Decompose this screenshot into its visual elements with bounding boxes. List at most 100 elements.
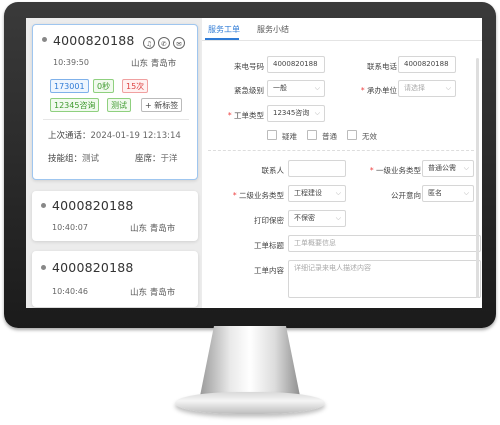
title-input[interactable]: 工单概要信息 bbox=[288, 235, 481, 252]
section-divider bbox=[208, 150, 474, 151]
urgency-label: 紧急级别 bbox=[234, 86, 264, 95]
skill-group-info: 技能组：测试 bbox=[48, 152, 99, 164]
required-star: * bbox=[360, 86, 365, 95]
checkbox-label: 普通 bbox=[322, 132, 337, 141]
contact-phone-label: 联系电话 bbox=[367, 62, 397, 71]
seat-info: 座席：于洋 bbox=[135, 152, 178, 164]
active-tab-indicator bbox=[205, 38, 239, 40]
last-call-info: 上次通话：2024-01-19 12:13:14 bbox=[48, 129, 181, 141]
biz-type1-label-wrap: * 一级业务类型 bbox=[370, 165, 421, 176]
call-location: 山东 青岛市 bbox=[130, 288, 176, 298]
call-phone-number: 4000820188 bbox=[52, 198, 134, 213]
checkbox-box bbox=[307, 130, 317, 140]
screen: 4000820188 ♫ ✆ ✉ 10:39:50 山东 青岛市 173001 … bbox=[26, 18, 482, 308]
public-intent-value: 匿名 bbox=[428, 189, 442, 197]
handling-unit-label-wrap: * 承办单位 bbox=[361, 85, 397, 96]
confidential-value: 不保密 bbox=[294, 214, 315, 222]
monitor-bezel: 4000820188 ♫ ✆ ✉ 10:39:50 山东 青岛市 173001 … bbox=[4, 2, 496, 328]
call-action-icons: ♫ ✆ ✉ bbox=[143, 37, 185, 49]
biz-type2-label-wrap: * 二级业务类型 bbox=[233, 190, 284, 201]
tag-id[interactable]: 173001 bbox=[50, 79, 89, 93]
chevron-down-icon: ⌵ bbox=[314, 84, 320, 92]
tag-test[interactable]: 测试 bbox=[107, 98, 131, 112]
handling-unit-placeholder: 请选择 bbox=[404, 84, 425, 92]
phone-icon[interactable]: ✆ bbox=[158, 37, 170, 49]
biz-type1-label: 一级业务类型 bbox=[376, 166, 421, 175]
biz-type2-select[interactable]: 工程建设 ⌵ bbox=[288, 185, 346, 202]
seat-label: 座席： bbox=[135, 154, 161, 164]
biz-type2-value: 工程建设 bbox=[294, 189, 322, 197]
required-star: * bbox=[369, 166, 374, 175]
chevron-down-icon: ⌵ bbox=[335, 189, 341, 197]
add-tag-button[interactable]: + 新标签 bbox=[141, 98, 183, 112]
skill-group-label: 技能组： bbox=[48, 154, 83, 164]
tab-service-summary[interactable]: 服务小结 bbox=[257, 24, 289, 35]
checkbox-label: 疑难 bbox=[282, 132, 297, 141]
confidential-label: 打印保密 bbox=[254, 216, 284, 225]
call-location: 山东 青岛市 bbox=[131, 59, 177, 69]
caller-number-label: 来电号码 bbox=[234, 62, 264, 71]
monitor-stand-neck bbox=[200, 326, 300, 396]
biz-type2-label: 二级业务类型 bbox=[239, 191, 284, 200]
contact-person-field[interactable] bbox=[288, 160, 346, 177]
tab-service-ticket[interactable]: 服务工单 bbox=[208, 24, 240, 35]
call-time: 10:40:07 bbox=[52, 223, 88, 232]
chevron-down-icon: ⌵ bbox=[463, 189, 469, 197]
ticket-form-panel: 服务工单 服务小结 来电号码 4000820188 联系电话 400082018… bbox=[202, 18, 482, 308]
checkbox-box bbox=[347, 130, 357, 140]
biz-type1-value: 普通公需 bbox=[428, 164, 456, 172]
call-list: 4000820188 ♫ ✆ ✉ 10:39:50 山东 青岛市 173001 … bbox=[26, 18, 198, 308]
required-star: * bbox=[227, 111, 232, 120]
chevron-down-icon: ⌵ bbox=[463, 164, 469, 172]
chevron-down-icon: ⌵ bbox=[335, 214, 341, 222]
last-call-time: 2024-01-19 12:13:14 bbox=[90, 131, 181, 141]
ticket-type-label-wrap: * 工单类型 bbox=[228, 110, 264, 121]
handling-unit-select[interactable]: 请选择 ⌵ bbox=[398, 80, 456, 97]
skill-group-value: 测试 bbox=[82, 154, 100, 164]
call-location: 山东 青岛市 bbox=[130, 224, 176, 234]
ticket-type-value: 12345咨询 bbox=[273, 109, 310, 117]
checkbox-label: 无效 bbox=[362, 132, 377, 141]
status-dot bbox=[42, 37, 47, 42]
title-label: 工单标题 bbox=[254, 241, 284, 250]
required-star: * bbox=[232, 191, 237, 200]
card-divider bbox=[43, 119, 189, 120]
call-card[interactable]: 4000820188 10:40:46 山东 青岛市 bbox=[32, 251, 198, 307]
mail-icon[interactable]: ✉ bbox=[173, 37, 185, 49]
ticket-type-label: 工单类型 bbox=[234, 111, 264, 120]
last-call-label: 上次通话： bbox=[48, 131, 91, 141]
call-card-active[interactable]: 4000820188 ♫ ✆ ✉ 10:39:50 山东 青岛市 173001 … bbox=[32, 24, 198, 180]
checkbox-box bbox=[267, 130, 277, 140]
seat-value: 于洋 bbox=[160, 154, 178, 164]
public-intent-label: 公开意向 bbox=[391, 191, 421, 200]
call-card[interactable]: 4000820188 10:40:07 山东 青岛市 bbox=[32, 191, 198, 241]
form-tabs: 服务工单 服务小结 bbox=[202, 18, 482, 41]
urgency-select[interactable]: 一般 ⌵ bbox=[267, 80, 325, 97]
confidential-select[interactable]: 不保密 ⌵ bbox=[288, 210, 346, 227]
headset-icon[interactable]: ♫ bbox=[143, 37, 155, 49]
monitor-stand-base bbox=[175, 392, 325, 414]
contact-phone-field[interactable]: 4000820188 bbox=[398, 56, 456, 73]
call-time: 10:39:50 bbox=[53, 58, 89, 67]
handling-unit-label: 承办单位 bbox=[367, 86, 397, 95]
public-intent-select[interactable]: 匿名 ⌵ bbox=[422, 185, 474, 202]
tag-duration[interactable]: 0秒 bbox=[93, 79, 115, 93]
call-phone-number: 4000820188 bbox=[53, 33, 135, 48]
call-phone-number: 4000820188 bbox=[52, 260, 134, 275]
urgency-value: 一般 bbox=[273, 84, 287, 92]
status-dot bbox=[41, 203, 46, 208]
caller-number-field[interactable]: 4000820188 bbox=[267, 56, 325, 73]
chevron-down-icon: ⌵ bbox=[445, 84, 451, 92]
form-scrollbar[interactable] bbox=[476, 58, 479, 298]
checkbox-invalid[interactable]: 无效 bbox=[347, 130, 377, 142]
tag-count[interactable]: 15次 bbox=[122, 79, 149, 93]
chevron-down-icon: ⌵ bbox=[314, 109, 320, 117]
status-dot bbox=[41, 265, 46, 270]
tag-category[interactable]: 12345咨询 bbox=[50, 98, 100, 112]
ticket-type-select[interactable]: 12345咨询 ⌵ bbox=[267, 105, 325, 122]
content-textarea[interactable]: 详细记录来电人描述内容 bbox=[288, 260, 481, 298]
checkbox-difficult[interactable]: 疑难 bbox=[267, 130, 297, 142]
content-label: 工单内容 bbox=[254, 266, 284, 275]
biz-type1-select[interactable]: 普通公需 ⌵ bbox=[422, 160, 474, 177]
checkbox-normal[interactable]: 普通 bbox=[307, 130, 337, 142]
